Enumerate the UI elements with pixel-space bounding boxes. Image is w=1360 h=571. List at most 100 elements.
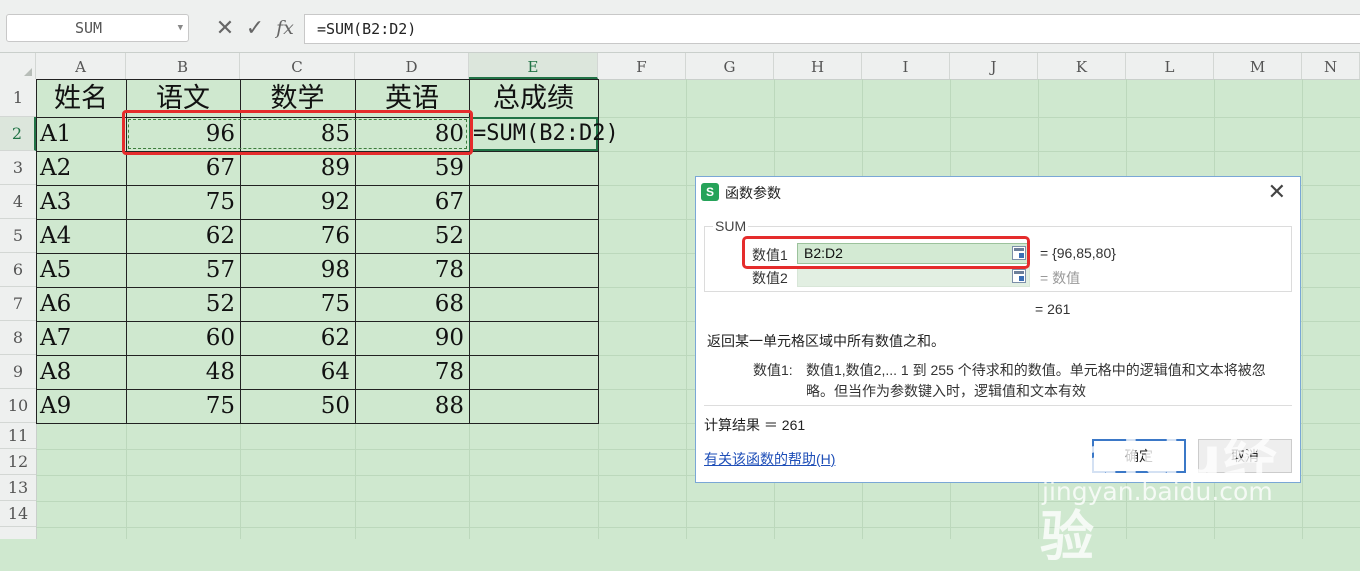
row-header-11[interactable]: 11 [0, 423, 36, 449]
score-cell[interactable]: 60 [126, 321, 240, 355]
score-cell[interactable]: 48 [126, 355, 240, 389]
row-header-7[interactable]: 7 [0, 287, 36, 321]
column-header-f[interactable]: F [598, 53, 686, 79]
table-border [36, 253, 599, 254]
score-cell[interactable]: 52 [126, 287, 240, 321]
name-cell[interactable]: A8 [36, 355, 126, 389]
column-header-d[interactable]: D [355, 53, 469, 79]
close-icon[interactable]: ✕ [1268, 179, 1286, 205]
column-header-a[interactable]: A [36, 53, 126, 79]
name-cell[interactable]: A2 [36, 151, 126, 185]
score-cell[interactable]: 52 [355, 219, 469, 253]
score-cell[interactable]: 50 [240, 389, 355, 423]
row-header-3[interactable]: 3 [0, 151, 36, 185]
arg2-label: 数值2 [752, 270, 788, 286]
row-header-10[interactable]: 10 [0, 389, 36, 423]
column-header-h[interactable]: H [774, 53, 862, 79]
name-cell[interactable]: A4 [36, 219, 126, 253]
table-border [36, 423, 599, 424]
header-cell[interactable]: 总成绩 [469, 79, 598, 117]
header-cell[interactable]: 姓名 [36, 79, 126, 117]
function-name: SUM [713, 218, 749, 234]
highlight-annotation [122, 110, 473, 155]
arg2-result: = 数值 [1040, 270, 1081, 286]
wps-logo-icon: S [701, 183, 719, 201]
score-cell[interactable]: 62 [126, 219, 240, 253]
score-cell[interactable]: 57 [126, 253, 240, 287]
row-header-2[interactable]: 2 [0, 117, 36, 151]
arg1-result: = {96,85,80} [1040, 245, 1116, 261]
row-header-12[interactable]: 12 [0, 449, 36, 475]
gridline [1302, 79, 1303, 539]
table-border [36, 185, 599, 186]
row-headers: 1 2 3 4 5 6 7 8 9 10 11 12 13 14 [0, 79, 37, 539]
row-header-6[interactable]: 6 [0, 253, 36, 287]
help-link[interactable]: 有关该函数的帮助(H) [704, 449, 835, 469]
row-header-5[interactable]: 5 [0, 219, 36, 253]
score-cell[interactable]: 92 [240, 185, 355, 219]
name-cell[interactable]: A5 [36, 253, 126, 287]
score-cell[interactable]: 76 [240, 219, 355, 253]
score-cell[interactable]: 67 [355, 185, 469, 219]
column-header-j[interactable]: J [950, 53, 1038, 79]
name-box-value: SUM [74, 19, 103, 37]
score-cell[interactable]: 75 [126, 389, 240, 423]
row-header-14[interactable]: 14 [0, 501, 36, 527]
column-header-g[interactable]: G [686, 53, 774, 79]
column-header-l[interactable]: L [1126, 53, 1214, 79]
name-cell[interactable]: A1 [36, 117, 126, 151]
score-cell[interactable]: 67 [126, 151, 240, 185]
cancel-button[interactable]: 取消 [1198, 439, 1292, 473]
chevron-down-icon[interactable]: ▼ [178, 15, 183, 41]
column-header-m[interactable]: M [1214, 53, 1302, 79]
column-header-n[interactable]: N [1302, 53, 1360, 79]
dialog-title: 函数参数 [725, 185, 781, 201]
score-cell[interactable]: 68 [355, 287, 469, 321]
row-header-1[interactable]: 1 [0, 79, 36, 117]
table-border [36, 79, 37, 424]
row-header-8[interactable]: 8 [0, 321, 36, 355]
formula-input[interactable]: =SUM(B2:D2) [304, 14, 1360, 44]
column-header-b[interactable]: B [126, 53, 240, 79]
parameter-name: 数值1: [753, 362, 793, 378]
score-cell[interactable]: 88 [355, 389, 469, 423]
column-header-i[interactable]: I [862, 53, 950, 79]
name-cell[interactable]: A9 [36, 389, 126, 423]
score-cell[interactable]: 62 [240, 321, 355, 355]
formula-bar: SUM ▼ ✕ ✓ fx =SUM(B2:D2) [0, 0, 1360, 53]
range-select-icon[interactable] [1012, 269, 1026, 283]
row-header-9[interactable]: 9 [0, 355, 36, 389]
score-cell[interactable]: 75 [126, 185, 240, 219]
score-cell[interactable]: 78 [355, 253, 469, 287]
table-border [36, 389, 599, 390]
select-all-corner[interactable] [0, 53, 36, 79]
score-cell[interactable]: 64 [240, 355, 355, 389]
highlight-annotation [742, 236, 1030, 269]
fx-icon[interactable]: fx [272, 14, 298, 42]
row-header-4[interactable]: 4 [0, 185, 36, 219]
name-box[interactable]: SUM ▼ [6, 14, 189, 42]
ok-button[interactable]: 确定 [1092, 439, 1186, 473]
table-border [36, 321, 599, 322]
score-cell[interactable]: 78 [355, 355, 469, 389]
score-cell[interactable]: 75 [240, 287, 355, 321]
column-header-k[interactable]: K [1038, 53, 1126, 79]
name-cell[interactable]: A3 [36, 185, 126, 219]
arg2-input[interactable] [797, 266, 1030, 287]
function-arguments-dialog: S 函数参数 ✕ SUM 数值1 B2:D2 = {96,85,80} 数值2 … [695, 176, 1301, 483]
column-headers: ABCDEFGHIJKLMN [0, 53, 1360, 80]
cell-e2-formula[interactable]: =SUM(B2:D2) [473, 117, 619, 151]
table-border [36, 219, 599, 220]
name-cell[interactable]: A6 [36, 287, 126, 321]
confirm-icon[interactable]: ✓ [242, 14, 268, 42]
score-cell[interactable]: 98 [240, 253, 355, 287]
cancel-icon[interactable]: ✕ [212, 14, 238, 42]
gridline [36, 501, 1360, 502]
column-header-c[interactable]: C [240, 53, 355, 79]
column-header-e[interactable]: E [469, 53, 598, 79]
row-header-13[interactable]: 13 [0, 475, 36, 501]
score-cell[interactable]: 59 [355, 151, 469, 185]
score-cell[interactable]: 90 [355, 321, 469, 355]
name-cell[interactable]: A7 [36, 321, 126, 355]
score-cell[interactable]: 89 [240, 151, 355, 185]
